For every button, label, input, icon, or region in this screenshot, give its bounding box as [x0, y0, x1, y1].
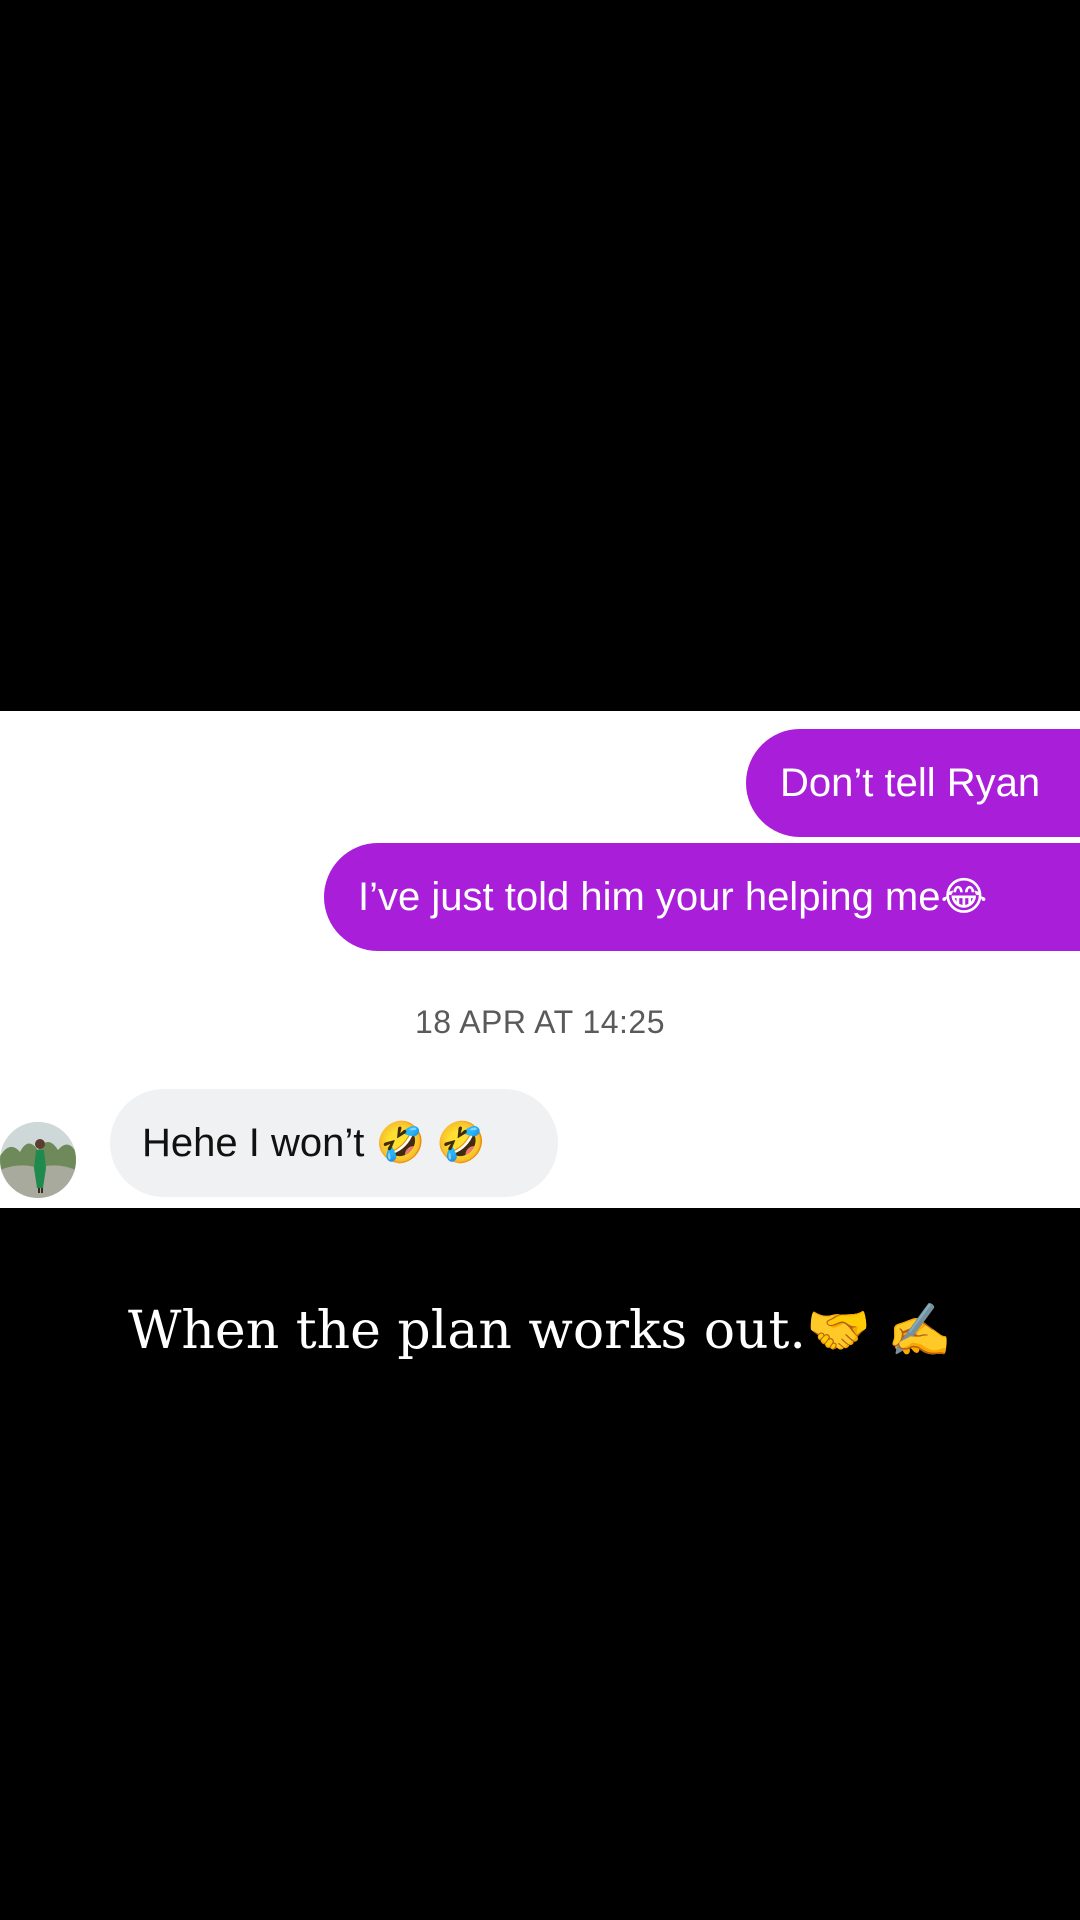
- chat-thread: Don’t tell Ryan I’ve just told him your …: [0, 711, 1080, 1208]
- story-caption: When the plan works out.🤝 ✍️: [127, 1301, 952, 1361]
- outgoing-message-bubble[interactable]: I’ve just told him your helping me😂: [324, 843, 1080, 951]
- message-text: I’ve just told him your helping me😂: [358, 875, 988, 919]
- avatar-photo-icon: [0, 1122, 76, 1198]
- outgoing-message-bubble[interactable]: Don’t tell Ryan: [746, 729, 1080, 837]
- incoming-message-bubble[interactable]: Hehe I won’t 🤣 🤣: [110, 1089, 558, 1197]
- message-text: Don’t tell Ryan: [780, 761, 1041, 805]
- contact-avatar[interactable]: [0, 1122, 76, 1198]
- message-text: Hehe I won’t 🤣 🤣: [142, 1121, 487, 1165]
- message-timestamp: 18 APR AT 14:25: [414, 1004, 666, 1040]
